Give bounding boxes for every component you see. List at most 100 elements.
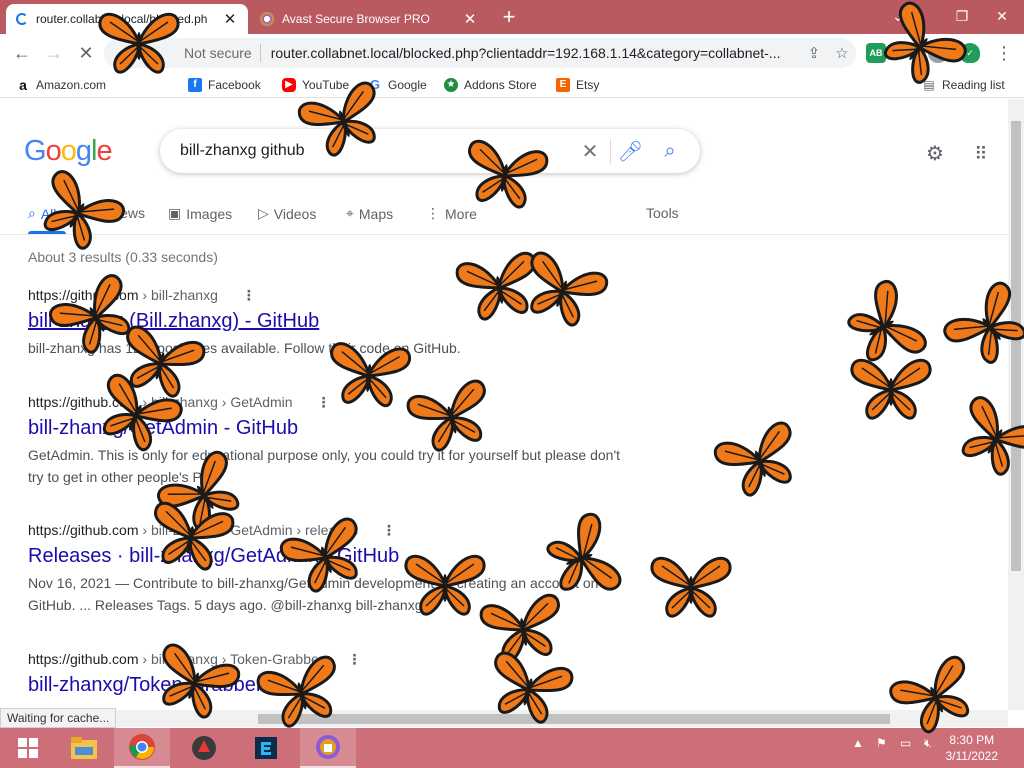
close-tab-icon[interactable]: ✕: [222, 10, 238, 28]
microphone-icon[interactable]: 🎤︎: [610, 138, 650, 164]
back-icon[interactable]: ←: [8, 40, 36, 66]
map-pin-icon: ⌖: [346, 205, 354, 221]
cite-path: › bill-zhanxg: [138, 287, 218, 303]
more-dots-icon: ⋮: [426, 205, 440, 221]
shield-check-icon[interactable]: ✓: [960, 43, 980, 63]
bookmark-star-icon[interactable]: ☆: [828, 44, 856, 62]
status-bubble: Waiting for cache...: [0, 708, 117, 728]
tab-label: router.collabnet.local/blocked.ph: [36, 12, 208, 26]
result-title-link[interactable]: bill-zhanxg/Token-Grabber: [28, 674, 628, 697]
result-menu-icon[interactable]: ⋮: [242, 287, 256, 303]
result-cite[interactable]: https://github.com › bill-zhanxg › GetAd…: [28, 522, 628, 539]
image-icon: ▣: [168, 205, 182, 221]
result-menu-icon[interactable]: ⋮: [382, 522, 396, 538]
apps-grid-icon[interactable]: ⠿: [968, 141, 994, 167]
action-center-flag-icon[interactable]: ⚑: [876, 736, 887, 750]
tab-blocked-page[interactable]: router.collabnet.local/blocked.ph ✕: [6, 4, 248, 34]
amazon-icon: a: [19, 77, 27, 93]
system-clock[interactable]: 8:30 PM 3/11/2022: [946, 732, 999, 764]
tab-label: Images: [186, 205, 233, 222]
security-indicator[interactable]: Not secure: [104, 45, 260, 61]
tray-overflow-icon[interactable]: ▲: [852, 736, 864, 750]
search-tabs: ⌕ All News ▣ Images ▷ Videos ⌖ Maps ⋮ Mo…: [0, 199, 1008, 235]
menu-kebab-icon[interactable]: ⋮: [990, 40, 1018, 66]
avast-icon: [260, 12, 274, 26]
result-stats: About 3 results (0.33 seconds): [28, 249, 218, 265]
adblock-extension-icon[interactable]: AB: [866, 43, 886, 63]
clock-time: 8:30 PM: [949, 733, 995, 747]
clear-icon[interactable]: ✕: [570, 139, 610, 164]
close-tab-icon[interactable]: ✕: [462, 10, 478, 28]
tab-videos[interactable]: ▷ Videos: [258, 205, 316, 222]
result-title-link[interactable]: bill-zhanxg (Bill.zhanxg) - GitHub: [28, 310, 628, 333]
folder-icon: [71, 737, 97, 759]
forward-icon[interactable]: →: [40, 40, 68, 66]
share-icon[interactable]: ⇪: [800, 44, 828, 62]
horizontal-scrollbar[interactable]: [0, 710, 1008, 727]
chrome-icon: [129, 734, 155, 760]
search-input[interactable]: bill-zhanxg github: [160, 142, 570, 160]
bookmark-addons-store[interactable]: ★ Addons Store: [444, 76, 537, 94]
url-text[interactable]: router.collabnet.local/blocked.php?clien…: [271, 45, 800, 61]
result-cite[interactable]: https://github.com › bill-zhanxg › GetAd…: [28, 394, 628, 411]
result-cite[interactable]: https://github.com › bill-zhanxg › Token…: [28, 651, 628, 668]
tab-tools[interactable]: Tools: [646, 205, 679, 221]
cite-path: › bill-zhanxg › GetAdmin: [138, 394, 293, 410]
tab-more[interactable]: ⋮ More: [426, 205, 477, 222]
cite-host: https://github.com: [28, 287, 139, 303]
search-box[interactable]: bill-zhanxg github ✕ 🎤︎ ⌕: [160, 129, 700, 173]
restore-window-icon[interactable]: ❐: [942, 4, 982, 28]
search-icon[interactable]: ⌕: [650, 140, 690, 163]
result-menu-icon[interactable]: ⋮: [347, 651, 361, 667]
bookmark-youtube[interactable]: ▶ YouTube: [282, 76, 349, 94]
browser-toolbar: ← → ✕ Not secure router.collabnet.local/…: [0, 34, 1024, 72]
reading-list-label: Reading list: [942, 78, 1005, 92]
file-explorer-button[interactable]: [56, 728, 112, 768]
bookmark-google[interactable]: G Google: [368, 76, 427, 94]
new-tab-button[interactable]: +: [496, 6, 522, 30]
result-cite[interactable]: https://github.com › bill-zhanxg ⋮: [28, 287, 628, 304]
tab-images[interactable]: ▣ Images: [168, 205, 232, 222]
result-snippet: bill-zhanxg has 12 repositories availabl…: [28, 340, 461, 356]
bookmark-label: Addons Store: [464, 78, 537, 92]
scrollbar-thumb[interactable]: [1011, 121, 1021, 571]
tab-search-icon[interactable]: ⌄: [878, 4, 918, 28]
close-window-icon[interactable]: ✕: [982, 4, 1022, 28]
cite-host: https://github.com: [28, 522, 139, 538]
tab-news[interactable]: News: [110, 205, 145, 221]
scrollbar-thumb[interactable]: [258, 714, 890, 724]
tab-all[interactable]: ⌕ All: [28, 205, 56, 222]
cite-path: › bill-zhanxg › Token-Grabber: [138, 651, 324, 667]
bookmark-etsy[interactable]: E Etsy: [556, 76, 599, 94]
start-button[interactable]: [0, 728, 56, 768]
result-title-link[interactable]: Releases · bill-zhanxg/GetAdmin · GitHub: [28, 545, 628, 568]
tab-avast[interactable]: Avast Secure Browser PRO ✕: [250, 4, 488, 34]
profile-icon[interactable]: ●: [928, 43, 948, 63]
bookmark-amazon[interactable]: a Amazon.com: [16, 76, 106, 94]
red-app-taskbar-button[interactable]: [176, 728, 232, 768]
result-menu-icon[interactable]: ⋮: [316, 394, 330, 410]
address-bar[interactable]: Not secure router.collabnet.local/blocke…: [104, 38, 856, 68]
volume-muted-icon[interactable]: 🔇︎: [924, 736, 932, 751]
settings-gear-icon[interactable]: ⚙: [922, 141, 948, 167]
tab-label: All: [40, 205, 57, 222]
network-icon[interactable]: ▭: [900, 736, 911, 750]
vertical-scrollbar[interactable]: [1008, 99, 1024, 710]
result-title-link[interactable]: bill-zhanxg/GetAdmin - GitHub: [28, 417, 628, 440]
tab-bar: router.collabnet.local/blocked.ph ✕ Avas…: [0, 0, 1024, 34]
search-result: https://github.com › bill-zhanxg › GetAd…: [28, 522, 628, 616]
bookmark-label: Facebook: [208, 78, 261, 92]
chrome-taskbar-button[interactable]: [114, 728, 170, 768]
play-icon: ▷: [258, 205, 269, 221]
stop-loading-icon[interactable]: ✕: [72, 40, 100, 66]
youtube-icon: ▶: [282, 78, 296, 92]
reading-list[interactable]: ▤ Reading list: [922, 76, 1005, 94]
blue-app-taskbar-button[interactable]: [238, 728, 294, 768]
bookmark-facebook[interactable]: f Facebook: [188, 76, 261, 94]
search-result: https://github.com › bill-zhanxg › GetAd…: [28, 394, 628, 488]
tab-maps[interactable]: ⌖ Maps: [346, 205, 393, 222]
bookmark-label: Google: [388, 78, 427, 92]
etsy-icon: E: [556, 78, 570, 92]
google-logo[interactable]: Google: [24, 135, 113, 168]
avast-browser-taskbar-button[interactable]: [300, 728, 356, 768]
